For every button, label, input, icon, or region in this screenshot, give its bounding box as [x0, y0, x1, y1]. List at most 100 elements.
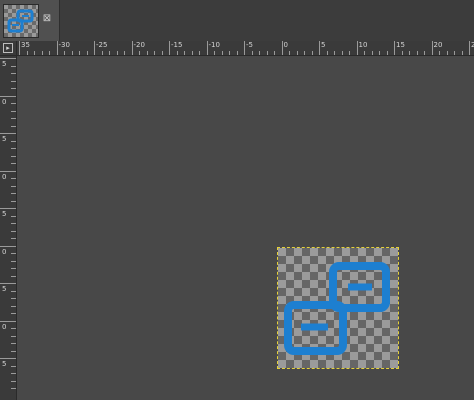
- ruler-major-tick: [356, 41, 358, 55]
- ruler-label: 0: [2, 247, 7, 256]
- ruler-minor-tick: [11, 223, 16, 224]
- ruler-label: 5: [2, 285, 7, 293]
- ruler-minor-tick: [439, 51, 440, 55]
- quick-mask-toggle-icon[interactable]: ▸: [3, 43, 13, 53]
- ruler-minor-tick: [311, 51, 313, 55]
- ruler-minor-tick: [454, 51, 455, 55]
- ruler-minor-tick: [416, 51, 418, 55]
- ruler-minor-tick: [296, 51, 298, 55]
- ruler-minor-tick: [11, 88, 16, 89]
- ruler-label: 0: [283, 41, 288, 49]
- ruler-major-tick: [0, 283, 16, 284]
- ruler-minor-tick: [11, 350, 16, 352]
- ruler-major-tick: [169, 41, 170, 55]
- ruler-minor-tick: [446, 51, 448, 55]
- ruler-label: -25: [96, 41, 108, 49]
- ruler-major-tick: [94, 41, 95, 55]
- ruler-major-tick: [0, 320, 16, 322]
- ruler-minor-tick: [11, 200, 16, 202]
- ruler-minor-tick: [11, 80, 16, 82]
- ruler-minor-tick: [371, 51, 373, 55]
- ruler-minor-tick: [266, 51, 268, 55]
- ruler-major-tick: [431, 41, 433, 55]
- ruler-major-tick: [281, 41, 283, 55]
- vertical-ruler[interactable]: 5 0 5 0 5 0 5 0 5: [0, 56, 17, 400]
- ruler-minor-tick: [11, 118, 16, 119]
- ruler-minor-tick: [191, 51, 193, 55]
- ruler-minor-tick: [461, 51, 463, 55]
- ruler-minor-tick: [221, 51, 223, 55]
- ruler-minor-tick: [124, 51, 125, 55]
- ruler-minor-tick: [79, 51, 80, 55]
- ruler-minor-tick: [71, 51, 73, 55]
- ruler-corner: ▸: [0, 41, 17, 56]
- ruler-minor-tick: [64, 51, 65, 55]
- ruler-minor-tick: [11, 275, 16, 277]
- tab-close-icon[interactable]: ⊠: [42, 14, 52, 24]
- ruler-minor-tick: [11, 290, 16, 292]
- horizontal-ruler[interactable]: 35-30-25-20-15-10-50510152025: [17, 41, 474, 56]
- ruler-minor-tick: [199, 51, 200, 55]
- ruler-label: 5: [2, 135, 7, 143]
- ruler-label: -15: [171, 41, 183, 49]
- ruler-minor-tick: [11, 73, 16, 74]
- ruler-minor-tick: [146, 51, 148, 55]
- ruler-minor-tick: [214, 51, 215, 55]
- ruler-minor-tick: [11, 313, 16, 314]
- ruler-minor-tick: [259, 51, 260, 55]
- ruler-minor-tick: [11, 253, 16, 254]
- ruler-major-tick: [0, 58, 16, 59]
- ruler-minor-tick: [11, 298, 16, 299]
- image-canvas[interactable]: [17, 56, 474, 400]
- ruler-minor-tick: [229, 51, 230, 55]
- ruler-major-tick: [0, 95, 16, 97]
- ruler-minor-tick: [11, 193, 16, 194]
- ruler-major-tick: [131, 41, 133, 55]
- ruler-label: 5: [2, 360, 7, 368]
- ruler-label: -20: [133, 41, 145, 49]
- ruler-minor-tick: [424, 51, 425, 55]
- ruler-minor-tick: [11, 140, 16, 142]
- ruler-minor-tick: [139, 51, 140, 55]
- ruler-minor-tick: [334, 51, 335, 55]
- image-tab[interactable]: ⊠: [0, 0, 60, 41]
- ruler-minor-tick: [11, 155, 16, 157]
- ruler-major-tick: [19, 41, 20, 55]
- ruler-label: 5: [2, 210, 7, 218]
- ruler-major-tick: [0, 133, 16, 134]
- ruler-label: 35: [21, 41, 30, 49]
- ruler-major-tick: [319, 41, 320, 55]
- image-thumbnail-icon[interactable]: [3, 4, 39, 38]
- ruler-minor-tick: [11, 335, 16, 337]
- ruler-minor-tick: [11, 65, 16, 67]
- ruler-minor-tick: [364, 51, 365, 55]
- ruler-minor-tick: [41, 51, 43, 55]
- ruler-label: 0: [2, 97, 7, 106]
- ruler-minor-tick: [349, 51, 350, 55]
- ruler-major-tick: [0, 170, 16, 172]
- ruler-minor-tick: [11, 268, 16, 269]
- ruler-major-tick: [394, 41, 395, 55]
- ruler-minor-tick: [11, 238, 16, 239]
- ruler-minor-tick: [11, 163, 16, 164]
- ruler-major-tick: [206, 41, 208, 55]
- ruler-minor-tick: [274, 51, 275, 55]
- ruler-label: 0: [2, 172, 7, 181]
- ruler-minor-tick: [11, 215, 16, 217]
- ruler-label: 20: [433, 41, 443, 49]
- ruler-minor-tick: [11, 305, 16, 307]
- ruler-minor-tick: [86, 51, 88, 55]
- ruler-label: 10: [358, 41, 368, 49]
- ruler-minor-tick: [116, 51, 118, 55]
- ruler-minor-tick: [176, 51, 178, 55]
- layer-boundary: [277, 247, 399, 369]
- ruler-minor-tick: [401, 51, 403, 55]
- ruler-minor-tick: [161, 51, 163, 55]
- ruler-minor-tick: [49, 51, 50, 55]
- ruler-minor-tick: [236, 51, 238, 55]
- ruler-minor-tick: [11, 260, 16, 262]
- ruler-major-tick: [0, 208, 16, 209]
- ruler-minor-tick: [11, 110, 16, 112]
- ruler-minor-tick: [386, 51, 388, 55]
- ruler-minor-tick: [341, 51, 343, 55]
